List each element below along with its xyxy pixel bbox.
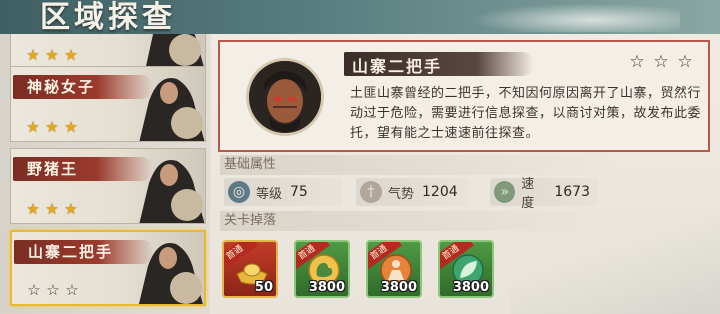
character-portrait <box>139 160 205 223</box>
character-avatar <box>246 58 324 136</box>
character-portrait <box>139 78 205 141</box>
star-icon: ★ <box>45 200 59 218</box>
star-outline-icon: ☆ <box>46 281 60 299</box>
drop-count: 3800 <box>380 280 417 295</box>
star-icon: ★ <box>26 118 40 136</box>
drop-item-exp[interactable]: 首通 3800 <box>366 240 422 298</box>
drop-item-exp[interactable]: 首通 3800 <box>294 240 350 298</box>
character-info-box: 山寨二把手 ☆ ☆ ☆ 土匪山寨曾经的二把手，不知因何原因离开了山寨，贸然行动过… <box>218 40 710 152</box>
attribute-value: 75 <box>290 184 308 200</box>
list-item-bandit-second-in-command[interactable]: 山寨二把手 ☆ ☆ ☆ <box>10 230 206 306</box>
attribute-speed: » 速度 1673 <box>490 177 598 211</box>
attribute-momentum: † 气势 1204 <box>356 178 468 206</box>
level-icon: ◎ <box>228 181 250 203</box>
star-rating: ★ ★ ★ <box>25 47 79 63</box>
header-mist-decoration <box>460 2 680 32</box>
target-list[interactable]: ★ ★ ★ 神秘女子 ★ ★ ★ 野猪王 ★ ★ ★ 山寨二把手 ☆ ☆ ☆ <box>0 34 210 314</box>
attribute-level: ◎ 等级 75 <box>224 178 342 206</box>
character-name: 山寨二把手 <box>352 57 443 76</box>
drops-section-label: 关卡掉落 <box>220 211 710 231</box>
attributes-section-label: 基础属性 <box>220 155 710 175</box>
star-rating: ☆ ☆ ☆ <box>628 52 694 72</box>
star-icon: ★ <box>64 200 78 218</box>
bandit-face-icon <box>249 61 321 133</box>
star-rating: ★ ★ ★ <box>25 201 79 217</box>
star-outline-icon: ☆ <box>629 52 645 72</box>
star-outline-icon: ☆ <box>653 52 669 72</box>
card-name: 神秘女子 <box>27 78 96 96</box>
star-rating: ☆ ☆ ☆ <box>26 282 80 298</box>
star-outline-icon: ☆ <box>65 281 79 299</box>
detail-panel: 山寨二把手 ☆ ☆ ☆ 土匪山寨曾经的二把手，不知因何原因离开了山寨，贸然行动过… <box>212 34 720 314</box>
attribute-label: 速度 <box>521 177 535 211</box>
star-icon: ★ <box>26 46 40 64</box>
drop-item-exp[interactable]: 首通 3800 <box>438 240 494 298</box>
card-name: 野猪王 <box>27 160 79 178</box>
character-portrait <box>138 243 203 304</box>
star-rating: ★ ★ ★ <box>25 119 79 135</box>
character-description: 土匪山寨曾经的二把手，不知因何原因离开了山寨，贸然行动过于危险，需要进行信息探查… <box>350 86 702 141</box>
list-item-mysterious-woman[interactable]: 神秘女子 ★ ★ ★ <box>10 66 206 142</box>
speed-boot-icon: » <box>494 181 516 203</box>
list-item-boar-king[interactable]: 野猪王 ★ ★ ★ <box>10 148 206 224</box>
drop-count: 3800 <box>452 280 489 295</box>
drop-count: 3800 <box>308 280 345 295</box>
drop-item-gold[interactable]: 首通 50 <box>222 240 278 298</box>
drop-count: 50 <box>254 280 273 295</box>
attribute-label: 等级 <box>256 186 283 202</box>
attribute-label: 气势 <box>388 186 415 202</box>
star-icon: ★ <box>64 46 78 64</box>
star-icon: ★ <box>45 46 59 64</box>
attribute-value: 1673 <box>554 184 590 200</box>
list-item[interactable]: ★ ★ ★ <box>10 34 206 70</box>
character-portrait <box>145 34 205 69</box>
star-icon: ★ <box>45 118 59 136</box>
header-bar: 区域探查 <box>0 0 720 34</box>
momentum-sword-icon: † <box>360 181 382 203</box>
star-outline-icon: ☆ <box>27 281 41 299</box>
page-title: 区域探查 <box>40 0 176 34</box>
attribute-value: 1204 <box>422 184 458 200</box>
card-name: 山寨二把手 <box>28 243 114 261</box>
star-icon: ★ <box>64 118 78 136</box>
star-outline-icon: ☆ <box>677 52 693 72</box>
star-icon: ★ <box>26 200 40 218</box>
